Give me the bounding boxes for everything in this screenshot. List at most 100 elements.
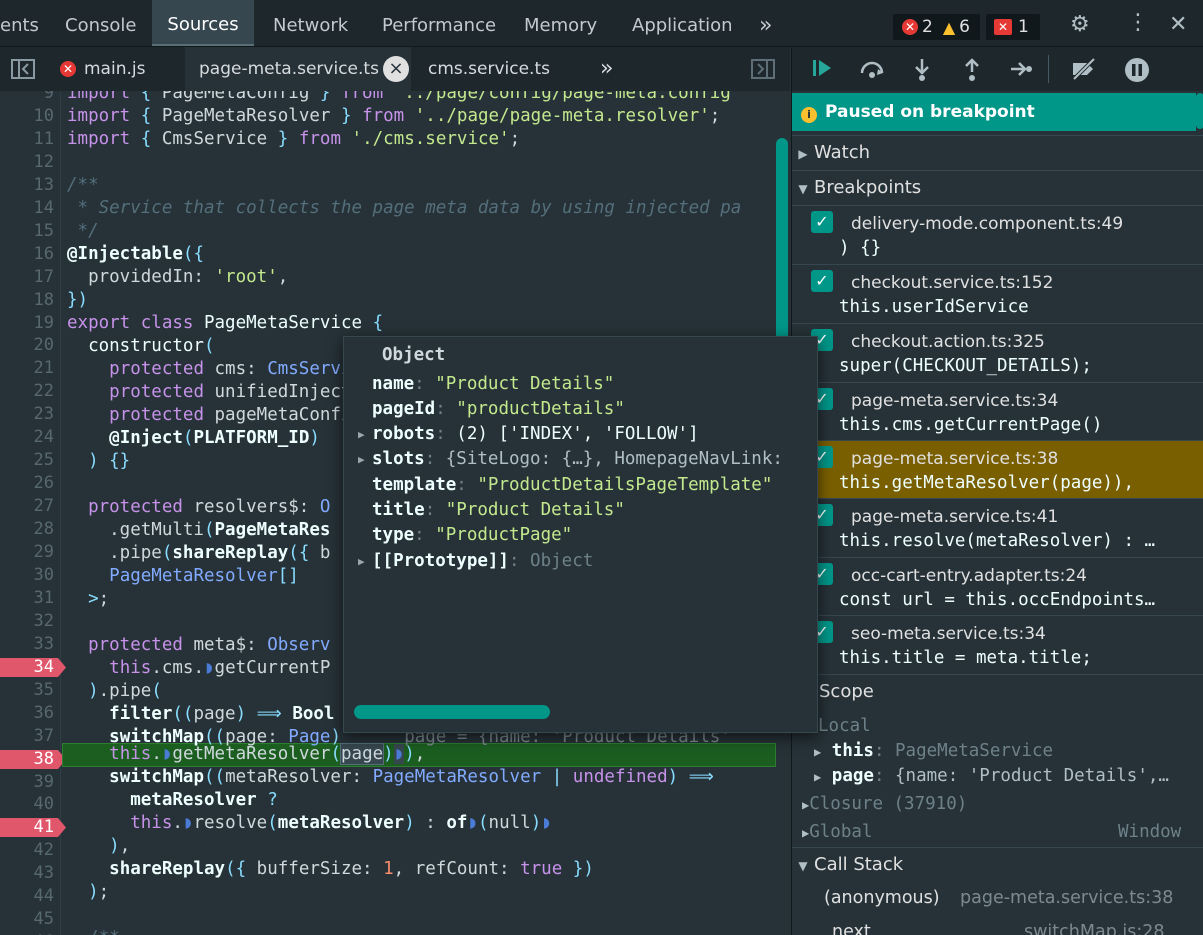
scope-section-header[interactable]: ▼Scope [792, 674, 1203, 709]
issues-badge[interactable]: ✕ 1 [986, 14, 1040, 40]
line-number[interactable]: 32 [0, 610, 54, 633]
object-preview-popover[interactable]: Object name: "Product Details" pageId: "… [343, 336, 818, 733]
breakpoint-item[interactable]: ✓ checkout.action.ts:325 super(CHECKOUT_DE… [792, 323, 1203, 382]
tab-console[interactable]: Console [65, 0, 136, 46]
line-number[interactable]: 37 [0, 725, 54, 748]
line-number[interactable]: 29 [0, 541, 54, 564]
step-icon[interactable] [1009, 57, 1033, 86]
pause-on-exceptions-icon[interactable] [1124, 57, 1150, 88]
property-row-robots[interactable]: ▶ robots: (2) ['INDEX', 'FOLLOW'] [358, 422, 699, 447]
tab-performance[interactable]: Performance [382, 0, 496, 46]
deactivate-breakpoints-icon[interactable] [1070, 57, 1098, 86]
line-number[interactable]: 28 [0, 518, 54, 541]
line-number[interactable]: 22 [0, 380, 54, 403]
watch-section-header[interactable]: ▶ Watch [792, 135, 1203, 170]
step-over-icon[interactable] [858, 57, 886, 86]
line-number[interactable]: 36 [0, 702, 54, 725]
expand-triangle-icon[interactable]: ▶ [358, 549, 365, 574]
line-number[interactable]: 17 [0, 266, 54, 289]
breakpoints-section-header[interactable]: ▼ Breakpoints [792, 170, 1203, 205]
line-number[interactable]: 23 [0, 403, 54, 426]
line-number[interactable]: 12 [0, 151, 54, 174]
tab-cms-service[interactable]: cms.service.ts [428, 47, 550, 91]
step-out-icon[interactable] [962, 57, 982, 86]
expand-triangle-icon[interactable]: ▶ [358, 422, 365, 447]
tab-page-meta-service[interactable]: page-meta.service.ts × [185, 47, 411, 91]
line-number[interactable]: 38 [0, 748, 54, 771]
tab-application[interactable]: Application [632, 0, 733, 46]
line-number[interactable]: 13 [0, 174, 54, 197]
call-stack-frame[interactable]: (anonymous) page-meta.service.ts:38 [792, 883, 1203, 917]
scope-page-row[interactable]: ▶ page: {name: 'Product Details',… [814, 766, 1169, 786]
line-number[interactable]: 42 [0, 839, 54, 862]
breakpoint-item[interactable]: ✓ seo-meta.service.ts:34 this.title = meta… [792, 615, 1203, 674]
tab-sources[interactable]: Sources [152, 0, 254, 46]
line-number[interactable]: 35 [0, 679, 54, 702]
line-number[interactable]: 10 [0, 105, 54, 128]
toolbar-divider [1048, 55, 1049, 83]
line-number[interactable]: 18 [0, 289, 54, 312]
line-number[interactable]: 24 [0, 426, 54, 449]
line-number[interactable]: 26 [0, 472, 54, 495]
code-line: filter((page) ⟹ Bool [109, 704, 335, 724]
more-tabs-button[interactable]: » [759, 0, 772, 46]
line-number[interactable]: 30 [0, 564, 54, 587]
console-counts-badge[interactable]: ✕ 2 ▲ 6 [893, 14, 980, 40]
line-number[interactable]: 41 [0, 816, 54, 839]
scope-global-row[interactable]: ▶Global [802, 822, 872, 842]
settings-gear-icon[interactable]: ⚙ [1070, 12, 1090, 37]
tab-elements[interactable]: ents [0, 0, 46, 46]
line-number[interactable]: 31 [0, 587, 54, 610]
more-options-icon[interactable]: ⋮ [1127, 10, 1149, 35]
toggle-navigator-icon[interactable] [10, 47, 40, 91]
line-number[interactable]: 43 [0, 862, 54, 885]
tab-memory[interactable]: Memory [524, 0, 597, 46]
resume-icon[interactable] [810, 56, 834, 85]
popover-scrollbar-thumb[interactable] [354, 705, 550, 719]
more-editor-tabs-button[interactable]: » [600, 47, 613, 91]
line-number[interactable]: 21 [0, 357, 54, 380]
checkbox-icon[interactable]: ✓ [811, 211, 833, 233]
line-gutter[interactable]: 9 10 11 12 13 14 15 16 17 18 19 20 21 22 23 24 25 26 27 28 2… [0, 91, 66, 935]
sidebar-scrollbar-thumb[interactable] [1196, 93, 1203, 129]
line-number[interactable]: 14 [0, 197, 54, 220]
step-into-icon[interactable] [912, 57, 932, 86]
line-number[interactable]: 25 [0, 449, 54, 472]
line-number[interactable]: 16 [0, 243, 54, 266]
line-number[interactable]: 45 [0, 908, 54, 931]
scope-this-row[interactable]: ▶ this: PageMetaService [814, 741, 1053, 761]
call-stack-frame[interactable]: next switchMap.js:28 [792, 917, 1203, 935]
breakpoint-item[interactable]: ✓ page-meta.service.ts:34 this.cms.getCurr… [792, 382, 1203, 441]
line-number[interactable]: 11 [0, 128, 54, 151]
line-number[interactable]: 33 [0, 633, 54, 656]
toggle-debugger-icon[interactable] [750, 47, 776, 91]
tab-main-js[interactable]: ✕ main.js [60, 47, 145, 91]
scope-closure-row[interactable]: ▶Closure (37910) [802, 794, 967, 814]
line-number[interactable]: 9 [0, 91, 54, 105]
line-number[interactable]: 46 [0, 931, 54, 935]
line-number[interactable]: 27 [0, 495, 54, 518]
line-number[interactable]: 39 [0, 771, 54, 794]
property-row-slots[interactable]: ▶ slots: {SiteLogo: {…}, HomepageNavLink: [358, 447, 783, 472]
breakpoint-item[interactable]: ✓ delivery-mode.component.ts:49) {} [792, 205, 1203, 264]
checkbox-icon[interactable]: ✓ [811, 270, 833, 292]
line-number[interactable]: 19 [0, 312, 54, 335]
line-number[interactable]: 20 [0, 334, 54, 357]
scope-local-header[interactable]: Local [818, 716, 871, 736]
tab-network[interactable]: Network [273, 0, 348, 46]
close-devtools-icon[interactable]: ✕ [1169, 12, 1187, 37]
line-number[interactable]: 15 [0, 220, 54, 243]
expand-triangle-icon[interactable]: ▶ [358, 447, 365, 472]
call-stack-section-header[interactable]: ▼ Call Stack [792, 847, 1203, 882]
close-tab-icon[interactable]: × [383, 56, 409, 82]
line-number[interactable]: 40 [0, 793, 54, 816]
property-row-template: template: "ProductDetailsPageTemplate" [372, 475, 773, 495]
breakpoint-item[interactable]: ✓ checkout.service.ts:152 this.userIdServi… [792, 264, 1203, 323]
line-number[interactable]: 44 [0, 885, 54, 908]
breakpoint-item[interactable]: ✓ page-meta.service.ts:41 this.resolve(met… [792, 498, 1203, 557]
property-row-prototype[interactable]: ▶ [[Prototype]]: Object [358, 549, 593, 574]
error-icon: ✕ [60, 61, 76, 77]
breakpoint-item-active[interactable]: ✓ page-meta.service.ts:38 this.getMetaReso… [792, 440, 1203, 499]
line-number[interactable]: 34 [0, 656, 54, 679]
breakpoint-item[interactable]: ✓ occ-cart-entry.adapter.ts:24 const url =… [792, 557, 1203, 616]
